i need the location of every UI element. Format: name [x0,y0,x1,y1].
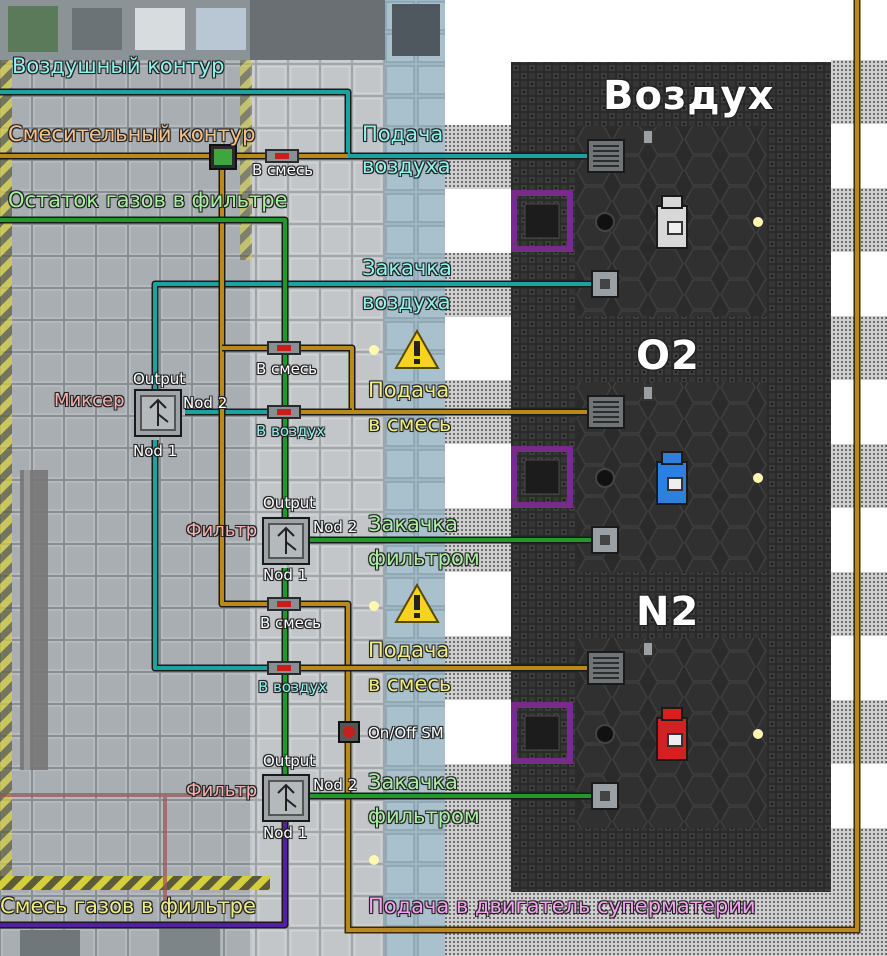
valve-label-to-mix-o2: В смесь [256,360,317,378]
canister-label-o2 [667,477,683,491]
air-pump-label-1: Закачка [362,256,452,280]
vent-slat-air [593,145,619,147]
n2-supply-label-1: Подача [368,638,450,662]
chamber-title-o2: O2 [636,333,700,379]
valve-to-air-n2[interactable] [267,661,301,675]
gas-canister-o2[interactable] [656,451,688,505]
canister-top-n2 [661,707,683,721]
mixer-node1-label: Nod 1 [133,442,178,460]
sm-switch-icon [343,726,355,738]
o2-pump-label-1: Закачка [368,512,458,536]
mixer-name-label: Миксер [54,390,125,411]
filter-n2-output-label: Output [263,752,316,770]
air-loop-label: Воздушный контур [12,54,225,78]
canister-label-n2 [667,733,683,747]
filter-o2-name-label: Фильтр [186,520,258,541]
vent-slat-n2 [593,662,619,664]
sensor-o2[interactable] [642,385,654,401]
mix-junction-screen [214,149,232,165]
injector-air[interactable] [595,212,615,232]
mixer-node2-label: Nod 2 [183,394,228,412]
air-pump-label-2: воздуха [362,290,451,314]
vent-slat-o2 [593,401,619,403]
filter-residue-label: Остаток газов в фильтре [8,188,288,212]
valve-to-mix-o2-indicator [277,345,291,351]
valve-label-to-mix-n2: В смесь [260,614,321,632]
filter-n2-name-label: Фильтр [186,780,258,801]
gas-canister-n2[interactable] [656,707,688,761]
sm-switch-label: On/Off SM [368,724,444,742]
valve-label-to-air-o2: В воздух [256,422,326,440]
n2-supply-label-2: в смесь [368,672,452,696]
air-supply-label-2: воздуха [362,154,451,178]
valve-to-mix-n2[interactable] [267,597,301,611]
gas-filter-o2[interactable] [262,517,310,565]
injector-o2[interactable] [595,468,615,488]
vent-slat-n2 [593,672,619,674]
sensor-air[interactable] [642,129,654,145]
gas-filter-n2[interactable] [262,774,310,822]
vent-slat-n2 [593,657,619,659]
scrubber-core-o2 [600,535,610,545]
chamber-title-air: Воздух [603,73,775,119]
valve-to-air-n2-indicator [277,665,291,671]
vent-slat-air [593,155,619,157]
o2-supply-label-1: Подача [368,378,450,402]
n2-pump-label-1: Закачка [368,770,458,794]
filter-o2-node2-label: Nod 2 [313,518,358,536]
game-viewport: Воздушный контур Смесительный контур Ост… [0,0,887,956]
canister-top-air [661,195,683,209]
vent-slat-o2 [593,416,619,418]
air-supply-label-1: Подача [362,122,444,146]
canister-label-air [667,221,683,235]
vent-slat-air [593,160,619,162]
valve-label-to-mix-top: В смесь [252,161,313,179]
vent-slat-o2 [593,406,619,408]
injector-n2[interactable] [595,724,615,744]
filter-o2-output-label: Output [263,494,316,512]
sm-feed-label: Подача в двигатель суперматерии [368,894,756,918]
mix-loop-label: Смесительный контур [8,122,256,146]
vent-slat-o2 [593,421,619,423]
filter-mix-label: Смесь газов в фильтре [0,894,256,918]
valve-to-mix-top-indicator [275,153,289,159]
o2-supply-label-2: в смесь [368,412,452,436]
n2-pump-label-2: фильтром [368,804,480,828]
mixer-output-label: Output [133,370,186,388]
scrubber-core-air [600,279,610,289]
gas-canister-air[interactable] [656,195,688,249]
filter-o2-node1-label: Nod 1 [263,566,308,584]
chamber-title-n2: N2 [636,589,700,635]
o2-pump-label-2: фильтром [368,546,480,570]
filter-n2-node2-label: Nod 2 [313,776,358,794]
valve-label-to-air-n2: В воздух [258,678,328,696]
vent-slat-o2 [593,411,619,413]
vent-slat-n2 [593,677,619,679]
valve-to-mix-n2-indicator [277,601,291,607]
valve-to-air-o2[interactable] [267,405,301,419]
vent-slat-air [593,150,619,152]
valve-to-air-o2-indicator [277,409,291,415]
scrubber-core-n2 [600,791,610,801]
canister-top-o2 [661,451,683,465]
filter-n2-node1-label: Nod 1 [263,824,308,842]
vent-slat-air [593,165,619,167]
sensor-n2[interactable] [642,641,654,657]
valve-to-mix-o2[interactable] [267,341,301,355]
vent-slat-n2 [593,667,619,669]
gas-mixer[interactable] [134,389,182,437]
